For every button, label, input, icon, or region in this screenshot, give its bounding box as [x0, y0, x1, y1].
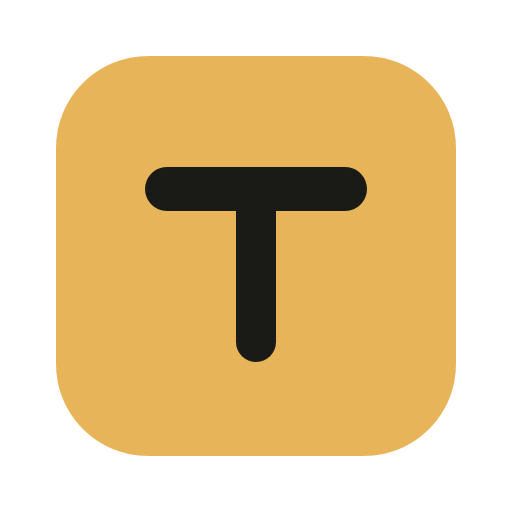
letter-t-app-icon[interactable]	[56, 56, 456, 456]
icon-canvas	[0, 0, 512, 512]
